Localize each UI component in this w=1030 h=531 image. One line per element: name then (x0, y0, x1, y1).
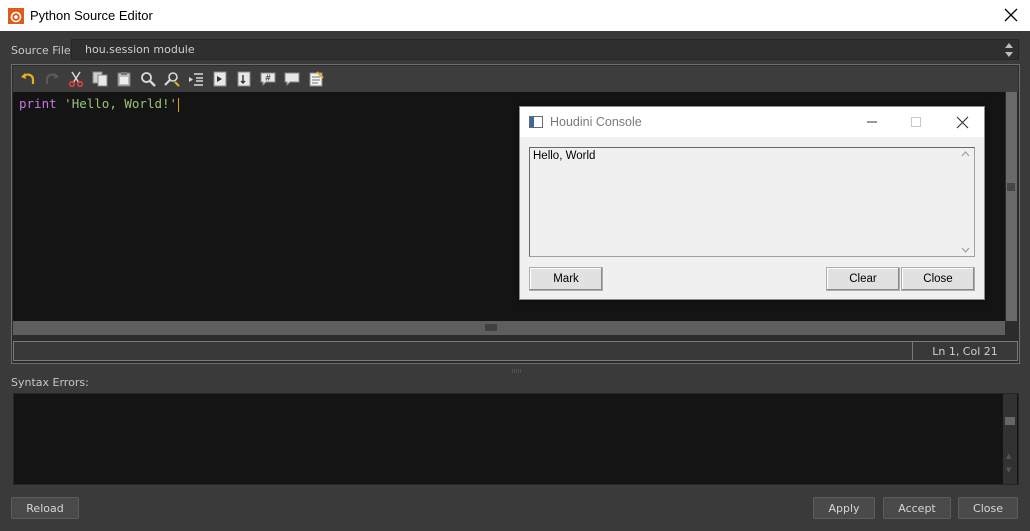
console-title: Houdini Console (550, 115, 642, 129)
console-clear-button[interactable]: Clear (826, 267, 900, 291)
console-window-icon (529, 116, 543, 128)
copy-icon (92, 71, 108, 87)
houdini-logo-icon (8, 7, 24, 24)
grip-icon (1007, 183, 1015, 191)
bookmark-button[interactable] (234, 69, 254, 89)
console-mark-button[interactable]: Mark (529, 267, 603, 291)
replace-button[interactable] (162, 69, 182, 89)
console-title-bar: Houdini Console (520, 107, 984, 137)
notes-icon (309, 71, 324, 87)
console-close-button[interactable]: Close (901, 267, 975, 291)
undo-button[interactable] (18, 69, 38, 89)
cut-button[interactable] (66, 69, 86, 89)
uncomment-icon (284, 72, 300, 87)
find-icon (141, 72, 156, 87)
goto-line-button[interactable] (210, 69, 230, 89)
source-file-label: Source File: (11, 44, 75, 57)
title-bar: Python Source Editor (0, 0, 1030, 31)
find-button[interactable] (138, 69, 158, 89)
console-output-text: Hello, World (533, 150, 596, 162)
console-output[interactable]: Hello, World (529, 147, 975, 257)
bookmark-icon (237, 71, 251, 87)
undo-icon (21, 73, 35, 84)
editor-status-bar: Ln 1, Col 21 (13, 341, 1018, 361)
indent-icon (189, 73, 203, 86)
scroll-up-icon[interactable]: ▲ (1006, 452, 1011, 460)
syntax-errors-panel[interactable]: ▲ ▼ (13, 393, 1019, 485)
paste-icon (117, 72, 131, 87)
goto-icon (213, 71, 227, 87)
maximize-icon (911, 117, 921, 127)
cursor-position: Ln 1, Col 21 (912, 342, 1017, 360)
comment-icon: # (260, 72, 276, 87)
uncomment-button[interactable] (282, 69, 302, 89)
reload-button[interactable]: Reload (11, 497, 79, 519)
syntax-errors-label: Syntax Errors: (11, 376, 89, 389)
redo-icon (45, 73, 59, 84)
chevron-up-icon[interactable] (961, 150, 970, 157)
minimize-icon (867, 121, 877, 123)
source-file-value: hou.session module (85, 43, 195, 56)
source-file-select[interactable]: hou.session module (71, 39, 1019, 60)
editor-vertical-scroll-thumb[interactable] (1006, 92, 1017, 321)
editor-horizontal-scrollbar[interactable] (13, 321, 1005, 335)
syntax-errors-scrollbar[interactable]: ▲ ▼ (1003, 394, 1017, 484)
copy-button[interactable] (90, 69, 110, 89)
redo-button[interactable] (42, 69, 62, 89)
svg-text:#: # (265, 74, 272, 83)
replace-icon (164, 72, 180, 87)
console-maximize-button[interactable] (904, 111, 928, 133)
code-string: 'Hello, World!' (64, 96, 178, 111)
console-close-x-button[interactable] (950, 111, 974, 133)
editor-toolbar: # (13, 66, 1018, 92)
accept-button[interactable]: Accept (883, 497, 951, 519)
comment-button[interactable]: # (258, 69, 278, 89)
console-minimize-button[interactable] (860, 111, 884, 133)
close-icon (1004, 8, 1018, 22)
updown-arrows-icon (1005, 43, 1013, 57)
text-caret (178, 97, 180, 112)
indent-button[interactable] (186, 69, 206, 89)
close-button[interactable]: Close (958, 497, 1018, 519)
source-file-row: Source File: hou.session module (0, 38, 1030, 62)
apply-button[interactable]: Apply (813, 497, 875, 519)
code-keyword: print (19, 96, 57, 111)
close-icon (956, 116, 968, 128)
splitter-handle-icon[interactable] (512, 369, 522, 373)
notes-button[interactable] (306, 69, 326, 89)
console-scrollbar[interactable] (958, 148, 974, 256)
editor-vertical-scrollbar[interactable] (1005, 92, 1018, 321)
scroll-down-icon[interactable]: ▼ (1006, 466, 1011, 474)
chevron-down-icon[interactable] (961, 247, 970, 254)
grip-icon (485, 324, 497, 331)
paste-button[interactable] (114, 69, 134, 89)
window-title: Python Source Editor (30, 8, 153, 23)
grip-icon (1005, 417, 1015, 425)
cut-icon (68, 71, 84, 87)
houdini-console-window: Houdini Console Hello, World Mark Clear … (519, 106, 985, 300)
window-close-button[interactable] (1000, 4, 1022, 26)
